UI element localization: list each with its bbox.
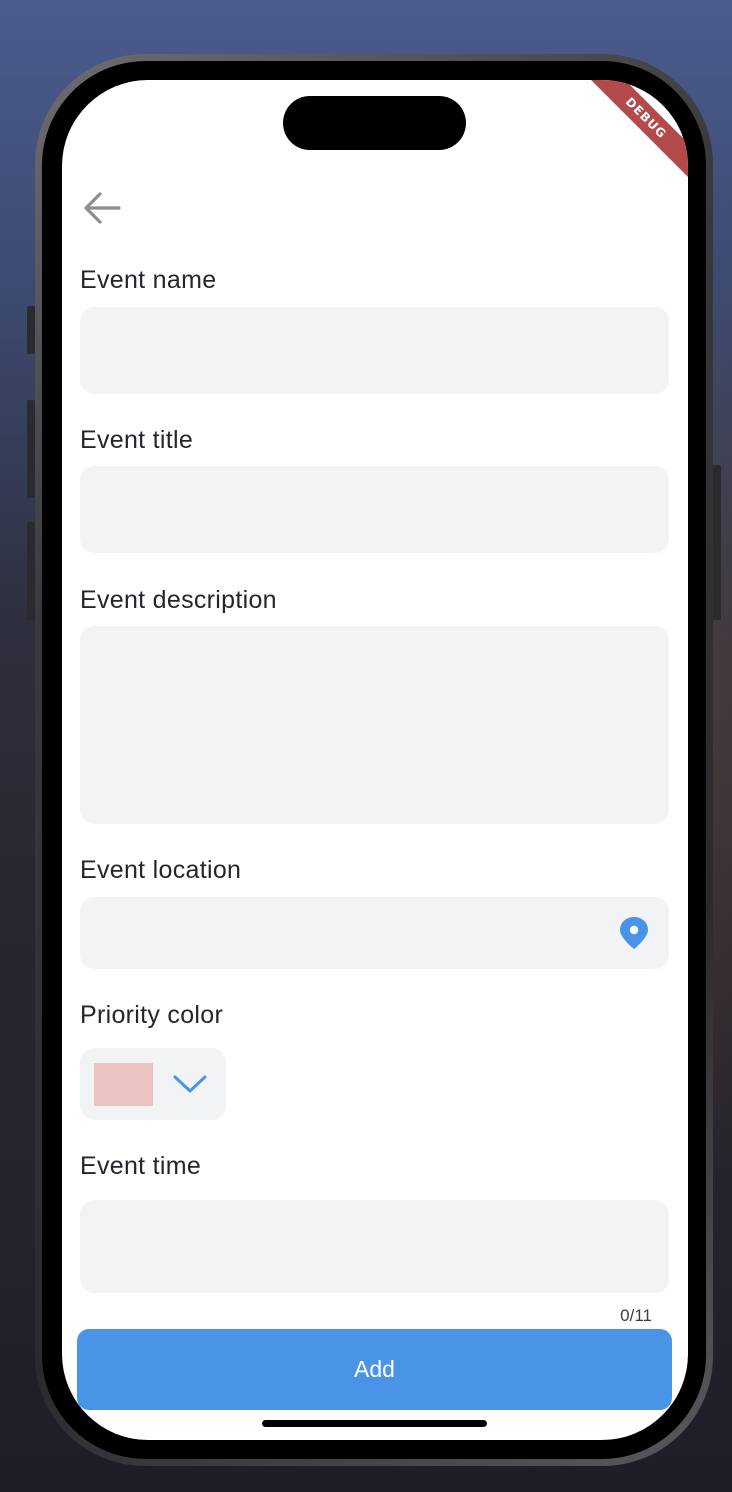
back-button[interactable] [80,186,124,230]
color-swatch [94,1063,153,1106]
volume-up-button [27,400,35,498]
event-title-input[interactable] [80,466,669,553]
arrow-left-icon [84,192,121,224]
event-location-input[interactable] [80,897,669,969]
dynamic-island [283,96,466,150]
event-location-label: Event location [80,856,242,884]
event-name-input[interactable] [80,307,669,394]
home-indicator[interactable] [262,1420,487,1427]
event-title-label: Event title [80,426,194,454]
add-button[interactable]: Add [77,1329,672,1410]
event-time-label: Event time [80,1152,202,1180]
volume-down-button [27,522,35,620]
event-description-label: Event description [80,586,277,614]
chevron-down-icon [172,1070,208,1098]
app-screen: DEBUG Event name Event title Event descr… [62,80,688,1440]
event-time-input[interactable] [80,1200,669,1293]
event-description-input[interactable] [80,626,669,824]
priority-color-label: Priority color [80,1001,224,1029]
power-button [713,465,721,620]
location-pin-button[interactable] [618,915,650,951]
action-button [27,306,35,354]
character-counter: 0/11 [620,1306,652,1325]
priority-color-dropdown[interactable] [80,1048,226,1120]
event-name-label: Event name [80,266,217,294]
location-pin-icon [620,917,648,949]
